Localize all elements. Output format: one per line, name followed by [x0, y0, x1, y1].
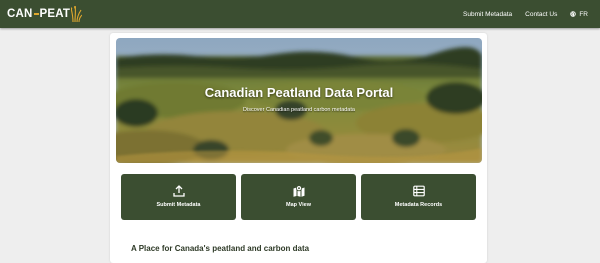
map-view-card-label: Map View: [286, 202, 311, 208]
canpeat-logo[interactable]: CAN PEAT: [7, 6, 83, 22]
records-list-icon: [412, 185, 425, 197]
map-view-card[interactable]: Map View: [241, 174, 356, 220]
nav-links: Submit Metadata Contact Us FR: [450, 0, 588, 28]
metadata-records-card[interactable]: Metadata Records: [361, 174, 476, 220]
metadata-records-card-label: Metadata Records: [394, 202, 443, 208]
logo-text-right: PEAT: [39, 8, 71, 20]
hero-banner: Canadian Peatland Data Portal Discover C…: [116, 38, 482, 163]
hero-title: Canadian Peatland Data Portal: [204, 85, 394, 100]
submit-metadata-card[interactable]: Submit Metadata: [121, 174, 236, 220]
submit-metadata-card-label: Submit Metadata: [156, 202, 201, 208]
section-heading: A Place for Canada's peatland and carbon…: [131, 244, 310, 253]
nav-submit-metadata[interactable]: Submit Metadata: [463, 11, 512, 18]
upload-icon: [172, 185, 185, 197]
map-icon: [293, 185, 304, 197]
nav-contact-us[interactable]: Contact Us: [525, 11, 557, 18]
peatland-landscape-image: [116, 38, 482, 163]
globe-icon: [570, 11, 577, 17]
logo-text-left: CAN: [7, 8, 33, 20]
top-navbar: CAN PEAT Submit Metadata Contact Us FR: [0, 0, 600, 28]
language-label: FR: [579, 10, 588, 18]
logo-dash: [33, 13, 39, 15]
hero-subtitle: Discover Canadian peatland carbon metada…: [243, 107, 355, 113]
nav-language-toggle[interactable]: FR: [570, 11, 588, 18]
grass-icon: [71, 6, 83, 22]
